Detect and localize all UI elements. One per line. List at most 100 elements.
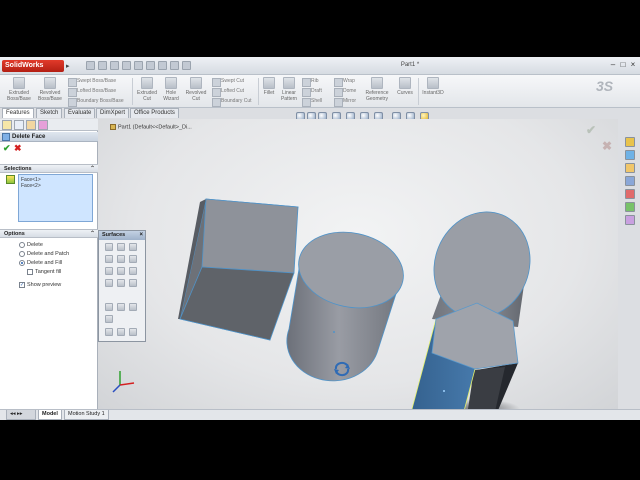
show-preview-label: Show preview [27,282,62,288]
confirm-ok-icon[interactable]: ✔ [586,123,596,137]
boundary-surface-icon[interactable] [117,255,125,263]
tab-sketch[interactable]: Sketch [36,108,63,118]
untrim-surface-icon[interactable] [129,279,137,287]
ribbon-separator [258,78,259,105]
property-manager-panel: Delete Face ✔ ✖ Selections ⌃ Face<1> Fac… [0,119,98,409]
list-item[interactable]: Face<2> [21,183,90,189]
surfaces-toolbar-title[interactable]: Surfaces × [99,231,145,240]
fillet-button[interactable]: Fillet [260,77,278,96]
extruded-surface-icon[interactable] [105,243,113,251]
appearances-icon[interactable] [625,202,635,212]
boundary-boss-button[interactable]: Boundary Boss/Base [68,97,124,107]
wrap-button[interactable]: Wrap [334,77,355,87]
extruded-cut-icon [141,77,153,89]
close-button[interactable]: × [628,60,638,70]
fill-surface-icon[interactable] [129,267,137,275]
tab-scroll-arrows[interactable]: ◂◂ ▸▸ [6,410,36,420]
menu-arrow-icon[interactable]: ▸ [66,62,72,70]
shell-button[interactable]: Shell [302,97,322,107]
search-icon[interactable] [625,176,635,186]
revolved-cut-button[interactable]: Revolved Cut [182,77,210,102]
delete-and-patch-radio[interactable]: Delete and Patch [19,250,69,258]
custom-properties-icon[interactable] [625,215,635,225]
extruded-cut-button[interactable]: Extruded Cut [134,77,160,102]
design-library-icon[interactable] [625,150,635,160]
lofted-surface-icon[interactable] [105,255,113,263]
planar-surface-icon[interactable] [129,255,137,263]
mirror-button[interactable]: Mirror [334,97,356,107]
lofted-cut-button[interactable]: Lofted Cut [212,87,244,97]
new-document-icon[interactable] [86,61,95,70]
thicken-icon[interactable] [117,303,125,311]
revolved-boss-button[interactable]: Revolved Boss/Base [34,77,66,102]
tab-features[interactable]: Features [2,108,34,118]
trim-surface-icon[interactable] [117,279,125,287]
extend-surface-icon[interactable] [105,279,113,287]
cancel-button[interactable]: ✖ [14,143,22,154]
view-palette-icon[interactable] [625,189,635,199]
boundary-cut-button[interactable]: Boundary Cut [212,97,252,107]
hex-prism-body[interactable] [411,302,520,409]
draft-button[interactable]: Draft [302,87,322,97]
tab-model[interactable]: Model [38,410,62,420]
reference-geometry-button[interactable]: Reference Geometry [362,77,392,102]
feature-manager-tab-icon[interactable] [2,120,12,130]
swept-cut-button[interactable]: Swept Cut [212,77,244,87]
revolved-surface-icon[interactable] [117,243,125,251]
minimize-button[interactable]: – [608,60,618,70]
select-icon[interactable] [146,61,155,70]
tab-dimxpert[interactable]: DimXpert [96,108,130,118]
cut-with-surface-icon[interactable] [105,328,113,336]
curves-button[interactable]: Curves [394,77,416,96]
tangent-fill-checkbox[interactable]: Tangent fill [27,268,61,276]
rebuild-icon[interactable] [158,61,167,70]
rib-button[interactable]: Rib [302,77,319,87]
solidworks-resources-icon[interactable] [625,137,635,147]
thickened-cut-icon[interactable] [117,328,125,336]
undo-icon[interactable] [134,61,143,70]
delete-and-fill-radio[interactable]: Delete and Fill [19,259,62,267]
ruled-surface-icon[interactable] [117,267,125,275]
configuration-manager-tab-icon[interactable] [26,120,36,130]
tab-office-products[interactable]: Office Products [130,108,179,118]
selections-group-header[interactable]: Selections ⌃ [0,164,98,173]
instant3d-button[interactable]: Instant3D [420,77,446,96]
graphics-area[interactable] [98,119,618,409]
property-manager-tab-icon[interactable] [14,120,24,130]
lofted-boss-button[interactable]: Lofted Boss/Base [68,87,116,97]
confirm-cancel-icon[interactable]: ✖ [602,139,612,153]
delete-radio[interactable]: Delete [19,241,43,249]
save-icon[interactable] [110,61,119,70]
cube-body[interactable] [178,198,299,341]
close-icon[interactable]: × [139,231,143,240]
dimxpert-manager-tab-icon[interactable] [38,120,48,130]
cylinder-body[interactable] [286,223,411,382]
faces-selection-list[interactable]: Face<1> Face<2> [18,174,93,222]
rotate-view-icon[interactable] [332,360,352,378]
show-preview-checkbox[interactable]: ✓ Show preview [19,281,61,289]
offset-surface-icon[interactable] [105,267,113,275]
tab-evaluate[interactable]: Evaluate [64,108,96,118]
feature-tree-root[interactable]: Part1 (Default<<Default>_Di... [110,124,192,130]
file-explorer-icon[interactable] [625,163,635,173]
linear-pattern-button[interactable]: Linear Pattern [278,77,300,102]
swept-boss-button[interactable]: Swept Boss/Base [68,77,116,87]
ok-button[interactable]: ✔ [3,143,11,154]
move-copy-bodies-icon[interactable] [129,328,137,336]
replace-face-icon[interactable] [105,315,113,323]
knit-surface-icon[interactable] [105,303,113,311]
swept-surface-icon[interactable] [129,243,137,251]
tab-motion-study[interactable]: Motion Study 1 [64,410,109,420]
file-properties-icon[interactable] [170,61,179,70]
open-icon[interactable] [98,61,107,70]
options-icon[interactable] [182,61,191,70]
model-view[interactable] [98,119,618,409]
print-icon[interactable] [122,61,131,70]
maximize-button[interactable]: □ [618,60,628,70]
dome-button[interactable]: Dome [334,87,356,97]
solidworks-logo[interactable]: SolidWorks [2,60,64,72]
hole-wizard-button[interactable]: Hole Wizard [160,77,182,102]
delete-face-tool-icon[interactable] [129,303,137,311]
extruded-boss-button[interactable]: Extruded Boss/Base [4,77,34,102]
options-group-header[interactable]: Options ⌃ [0,229,98,238]
